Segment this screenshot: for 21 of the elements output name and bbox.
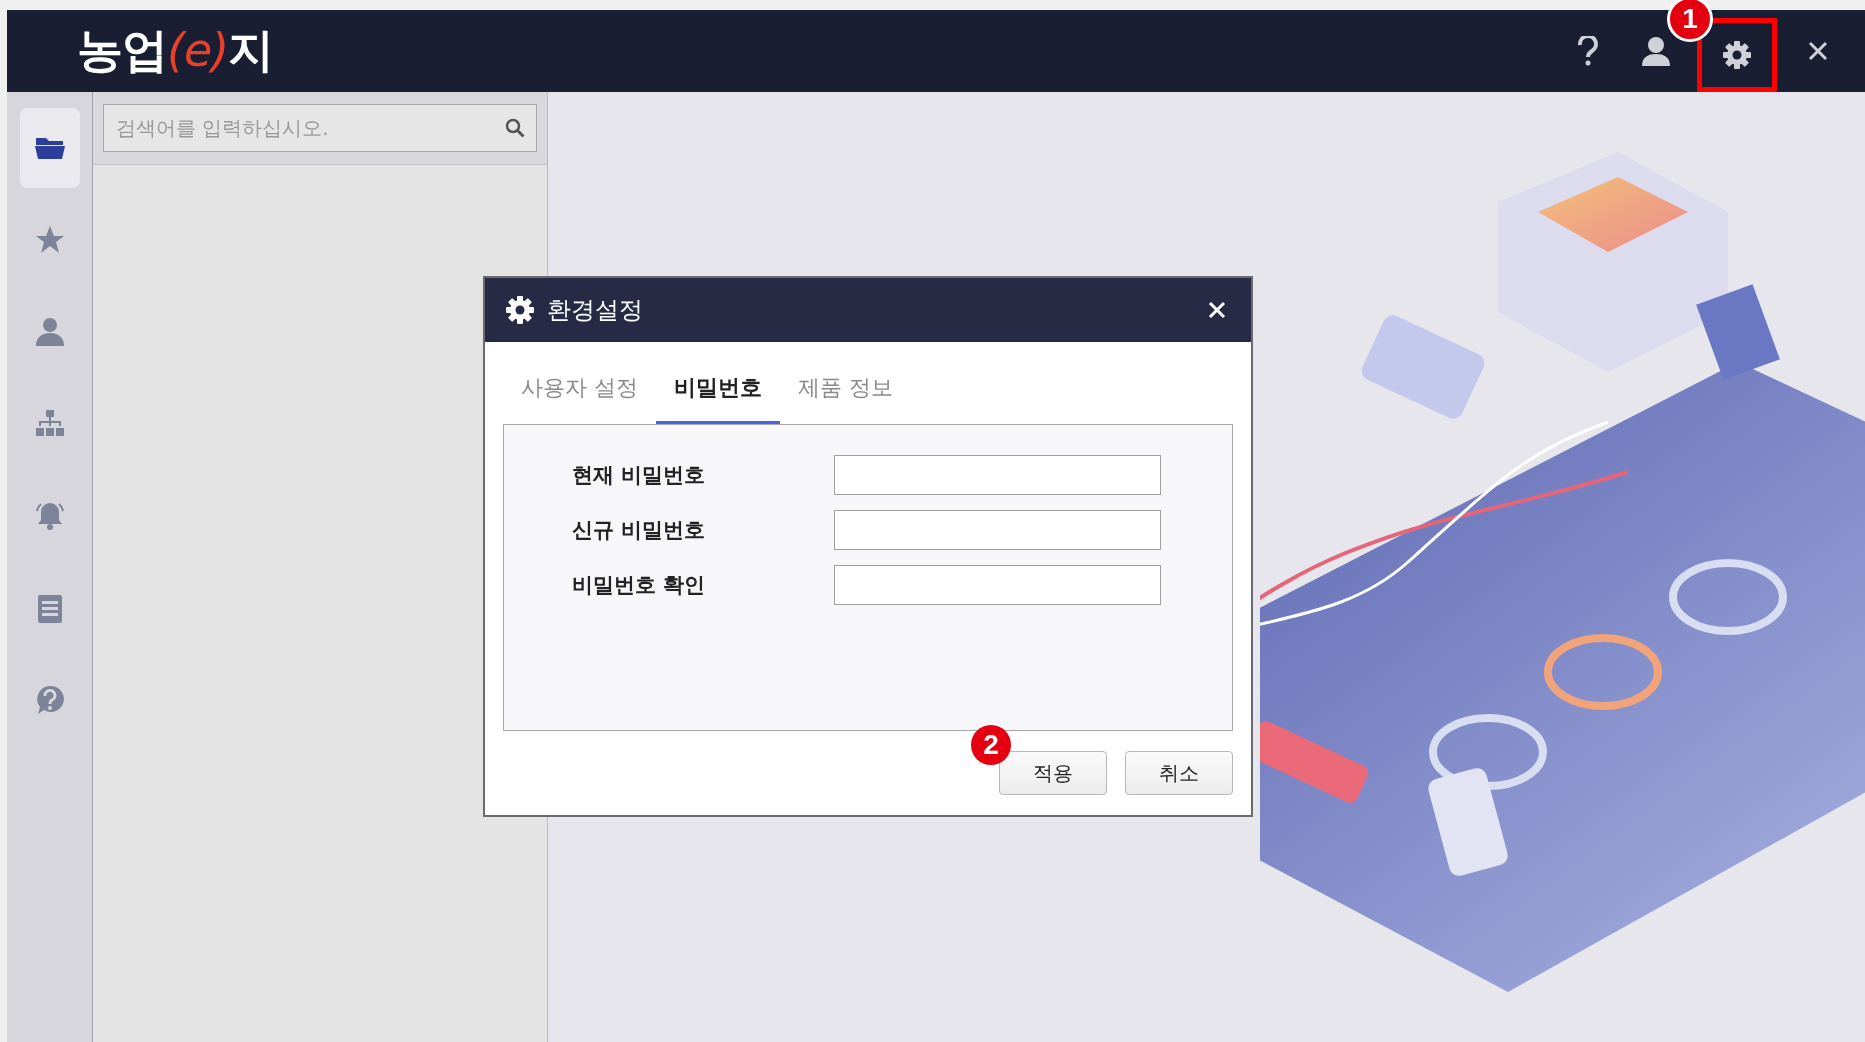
field-label: 비밀번호 확인 [572,572,707,599]
dialog-button[interactable]: 취소 [1125,751,1233,795]
settings-icon [1722,40,1752,70]
close-icon [1807,40,1829,62]
dialog-title: 환경설정 [547,295,644,326]
password-field[interactable] [834,565,1161,605]
password-field[interactable] [834,510,1161,550]
app-logo: 농업(e)지 [77,22,274,79]
search-field[interactable]: 검색어를 입력하십시오. [103,104,537,152]
field-label: 신규 비밀번호 [572,517,707,544]
close-icon [1207,300,1227,320]
tab[interactable]: 제품 정보 [780,373,911,425]
password-field[interactable] [834,455,1161,495]
callout-badge: 1 [1667,0,1713,42]
search-icon [505,118,525,138]
user-icon [1640,36,1672,66]
settings-icon [505,295,535,325]
sidebar-folder-button[interactable] [19,108,80,188]
dialog-button[interactable]: 적용 [999,751,1107,795]
help-icon [1576,36,1600,66]
field-label: 현재 비밀번호 [572,462,707,489]
